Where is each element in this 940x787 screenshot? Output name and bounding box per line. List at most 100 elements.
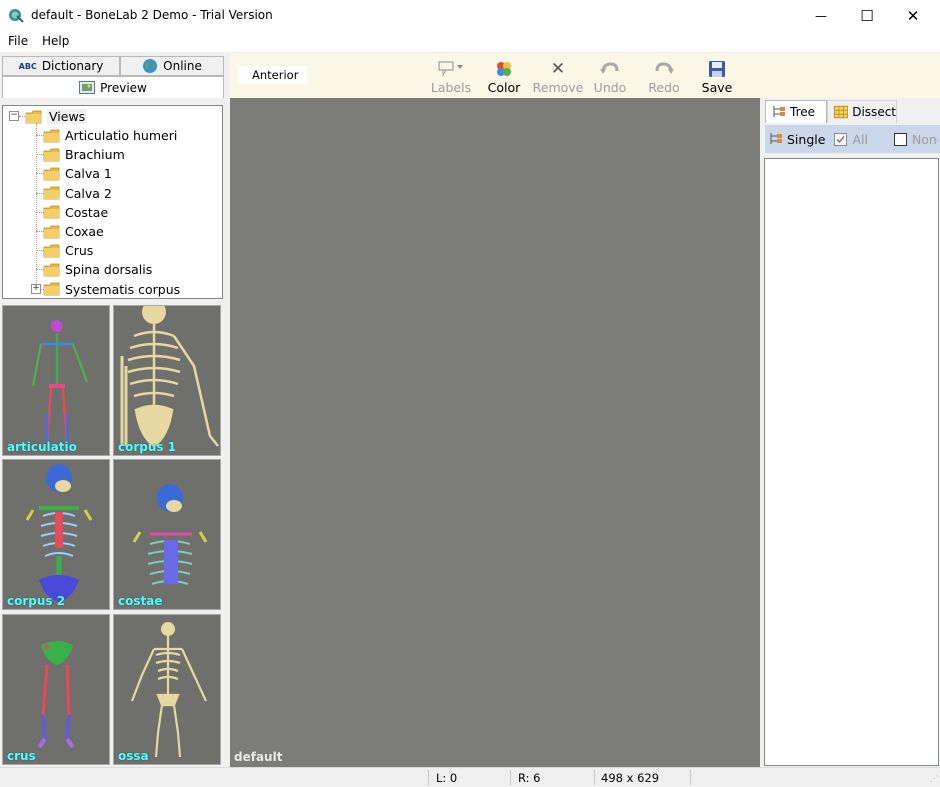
all-checkbox[interactable] [834,132,848,146]
toolbar: Anterior Labels Color ✕ Remove Undo Redo… [230,53,940,98]
undo-button-label: Undo [593,80,627,95]
remove-button-label: Remove [532,80,584,95]
status-bar: L: 0 R: 6 498 x 629 ⋰ [0,767,940,787]
status-r: R: 6 [518,771,541,785]
save-button-label: Save [701,80,733,95]
tab-online-label: Online [163,59,202,73]
floppy-disk-icon [709,61,725,77]
title-bar: default - BoneLab 2 Demo - Trial Version… [0,0,940,31]
tree-expand-toggle[interactable]: + [31,283,41,294]
redo-button[interactable]: Redo [646,55,682,95]
tree-root-views[interactable]: Views [25,107,88,126]
folder-icon [43,129,60,142]
tree-item[interactable]: Systematis corpus [43,280,180,299]
3d-viewport[interactable]: default [230,98,760,767]
undo-button[interactable]: Undo [592,55,628,95]
redo-icon [655,62,674,74]
thumbnail-ossa[interactable]: ossa [113,614,221,765]
window-title: default - BoneLab 2 Demo - Trial Version [31,8,273,22]
maximize-button[interactable]: ☐ [844,0,890,31]
thumbnail-label: ossa [118,749,149,763]
preview-icon [79,81,96,94]
maximize-icon: ☐ [860,6,874,25]
tab-dictionary[interactable]: ABC Dictionary [2,56,120,76]
status-size: 498 x 629 [601,771,660,785]
tree-guide-line [36,123,37,293]
tab-preview[interactable]: Preview [2,76,224,98]
thumbnail-corpus-1[interactable]: corpus 1 [113,305,221,456]
tab-tree[interactable]: Tree [765,100,827,123]
folder-icon [43,148,60,162]
tree-item-label: Calva 2 [65,185,112,201]
tab-dissect[interactable]: Dissect [827,100,897,123]
globe-icon [143,59,158,73]
minimize-button[interactable]: — [798,0,844,31]
bonelab-app-icon [9,9,24,23]
menu-file[interactable]: File [8,34,28,48]
tree-collapse-toggle[interactable]: − [9,111,19,121]
tree-item[interactable]: Calva 2 [43,184,112,203]
thumbnail-corpus-2[interactable]: corpus 2 [2,459,110,610]
tab-online[interactable]: Online [120,56,224,76]
thumbnail-crus[interactable]: crus [2,614,110,765]
color-button[interactable]: Color [484,55,524,95]
none-checkbox[interactable] [893,132,907,146]
tree-item[interactable]: Coxae [43,222,104,241]
view-selector[interactable]: Anterior [238,66,307,84]
color-palette-icon [497,62,511,76]
views-tree[interactable]: − Views Articulatio humeri Brachium Calva … [2,105,223,299]
tab-tree-label: Tree [790,105,816,119]
tab-dictionary-label: Dictionary [41,59,104,73]
grid-icon [834,105,849,119]
tree-icon [770,133,782,144]
undo-icon [600,62,619,74]
none-checkbox-label: None [911,131,938,147]
folder-icon [43,186,60,200]
labels-button[interactable]: Labels [430,55,472,95]
tree-root-label: Views [47,109,88,124]
tree-icon [773,106,785,117]
skeleton-preview-image [130,622,207,758]
tree-item[interactable]: Costae [43,203,108,222]
menu-help[interactable]: Help [42,34,69,48]
tree-item[interactable]: Calva 1 [43,164,112,183]
folder-icon [43,205,60,219]
labels-button-label: Labels [430,80,472,95]
menu-bar: File Help [0,31,940,52]
thumbnail-label: corpus 2 [7,594,66,608]
folder-icon [25,110,42,123]
right-panel: Tree Dissect Single All None [760,98,940,767]
skeleton-preview-image [120,306,219,448]
thumbnail-articulatio[interactable]: articulatio [2,305,110,456]
folder-icon [43,225,60,238]
thumbnail-label: crus [7,749,36,763]
skeleton-preview-image [132,484,208,585]
minimize-icon: — [815,8,827,23]
folder-icon [43,282,60,296]
tree-item-label: Systematis corpus [65,281,181,297]
tree-item-label: Calva 1 [65,166,112,182]
resize-grip-icon[interactable]: ⋰ [930,774,938,783]
skeleton-preview-image [37,641,75,749]
tree-item[interactable]: Crus [43,241,93,260]
skeleton-preview-image [31,320,89,445]
close-button[interactable]: ✕ [890,0,936,31]
structure-tree-list[interactable] [764,158,939,766]
labels-icon [438,61,463,77]
folder-icon [43,263,60,277]
remove-button[interactable]: ✕ Remove [532,55,584,95]
thumbnail-label: articulatio [7,440,77,454]
single-button[interactable]: Single [787,132,825,147]
thumbnail-label: corpus 1 [118,440,177,454]
tree-item[interactable]: Articulatio humeri [43,126,177,145]
tree-item[interactable]: Spina dorsalis [43,260,152,279]
save-button[interactable]: Save [700,55,734,95]
tree-item-label: Costae [65,204,109,220]
tab-preview-label: Preview [100,80,147,95]
x-icon: ✕ [550,59,566,79]
viewport-scene-label: default [234,750,283,764]
thumbnail-costae[interactable]: costae [113,459,221,610]
folder-icon [43,167,60,181]
tree-item-label: Brachium [65,147,125,163]
tree-item[interactable]: Brachium [43,145,125,164]
